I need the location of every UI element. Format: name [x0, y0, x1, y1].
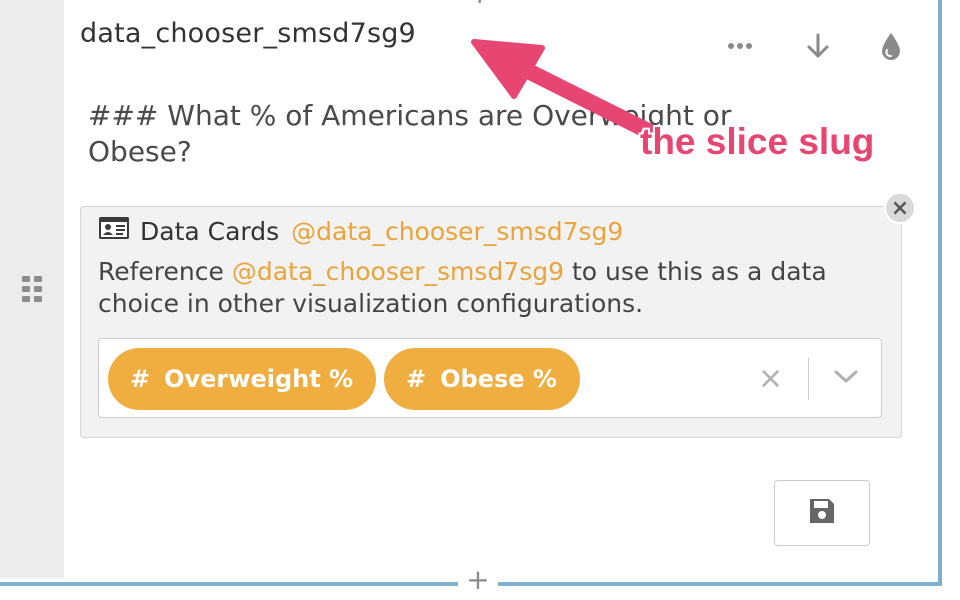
more-icon[interactable] [724, 30, 756, 62]
card-title: Data Cards [140, 216, 280, 246]
drag-handle-icon[interactable] [22, 276, 46, 302]
color-drop-icon[interactable] [876, 30, 906, 62]
card-desc-prefix: Reference [98, 257, 224, 286]
card-description: Reference @data_chooser_smsd7sg9 to use … [98, 256, 888, 320]
card-title-row: Data Cards @data_chooser_smsd7sg9 [98, 216, 623, 246]
clear-selection-icon[interactable]: × [758, 364, 783, 394]
slice-slug: data_chooser_smsd7sg9 [80, 18, 416, 49]
save-button[interactable] [774, 480, 870, 546]
annotation-label: the slice slug [640, 121, 875, 162]
add-slice-below-icon[interactable]: + [458, 566, 498, 596]
card-handle: @data_chooser_smsd7sg9 [291, 216, 624, 246]
download-icon[interactable] [802, 30, 834, 62]
card-close-button[interactable]: × [884, 192, 916, 224]
chip-obese[interactable]: # Obese % [384, 348, 580, 410]
chevron-down-icon[interactable] [832, 368, 860, 390]
save-icon [807, 496, 837, 530]
select-divider [808, 358, 809, 400]
id-card-icon [98, 216, 130, 246]
chip-overweight[interactable]: # Overweight % [108, 348, 376, 410]
add-slice-above-icon[interactable]: + [468, 0, 491, 8]
chip-label: Overweight % [164, 365, 354, 393]
chip-label: Obese % [440, 365, 557, 393]
chip-hash-icon: # [406, 365, 427, 393]
card-desc-handle: @data_chooser_smsd7sg9 [231, 257, 565, 286]
chip-hash-icon: # [130, 365, 151, 393]
